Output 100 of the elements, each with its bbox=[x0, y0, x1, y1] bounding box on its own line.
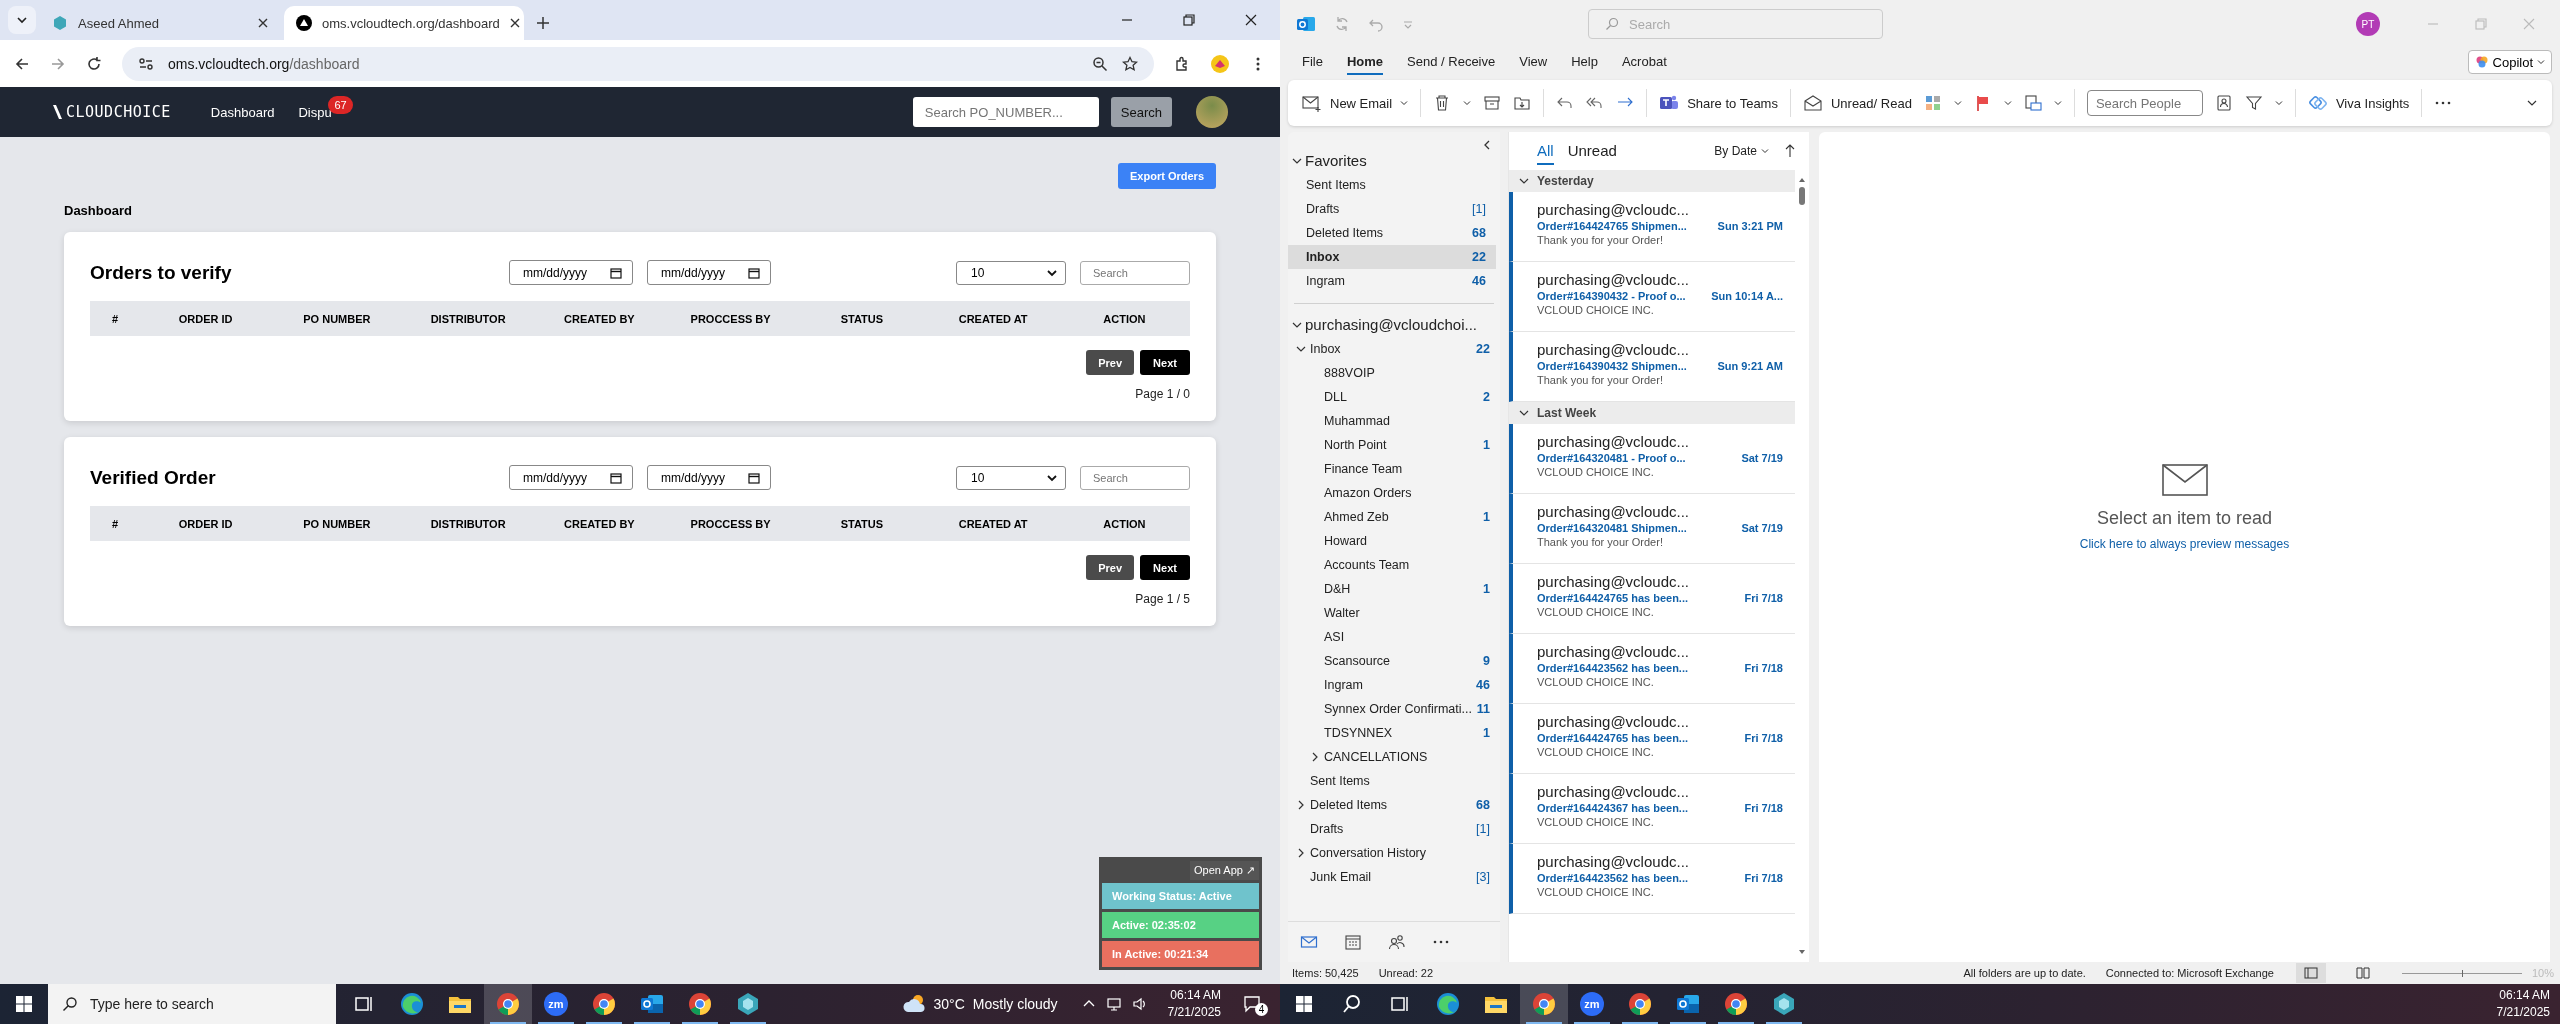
close-icon[interactable] bbox=[1244, 13, 1258, 27]
new-tab-icon[interactable] bbox=[536, 16, 550, 30]
preview-messages-link[interactable]: Click here to always preview messages bbox=[2079, 536, 2290, 551]
export-orders-button[interactable]: Export Orders bbox=[1118, 163, 1216, 189]
scroll-down-icon[interactable] bbox=[1798, 948, 1806, 956]
clock[interactable]: 06:14 AM 7/21/2025 bbox=[1157, 987, 1231, 1021]
share-to-teams-button[interactable]: Share to Teams bbox=[1659, 93, 1778, 113]
message-item[interactable]: purchasing@vcloudc... Order#164320481 Shipmen... Sat 7/19 Thank you for your Order! bbox=[1509, 494, 1795, 564]
calendar-icon[interactable] bbox=[748, 471, 760, 484]
folder-item[interactable]: Finance Team bbox=[1288, 457, 1500, 481]
prev-button[interactable]: Prev bbox=[1086, 350, 1134, 375]
ribbon-tab[interactable]: File bbox=[1302, 49, 1323, 75]
folder-item[interactable]: Ingram 46 bbox=[1288, 269, 1496, 293]
message-item[interactable]: purchasing@vcloudc... Order#164424765 has been... Fri 7/18 VCLOUD CHOICE INC. bbox=[1509, 704, 1795, 774]
calendar-icon[interactable] bbox=[610, 266, 622, 279]
scrollbar-thumb[interactable] bbox=[1799, 187, 1805, 205]
people-icon[interactable] bbox=[1388, 933, 1406, 951]
page-size-select[interactable]: 10 bbox=[956, 260, 1066, 285]
bookmark-star-icon[interactable] bbox=[1122, 55, 1138, 72]
search-field[interactable]: Search PO_NUMBER... bbox=[912, 97, 1099, 127]
sort-arrow-up-icon[interactable] bbox=[1783, 144, 1797, 158]
message-item[interactable]: purchasing@vcloudc... Order#164320481 - Proof o... Sat 7/19 VCLOUD CHOICE INC. bbox=[1509, 424, 1795, 494]
folder-item[interactable]: Conversation History bbox=[1288, 841, 1500, 865]
folder-item[interactable]: Inbox 22 bbox=[1288, 245, 1496, 269]
folder-item[interactable]: Deleted Items 68 bbox=[1288, 793, 1500, 817]
collapse-pane-icon[interactable] bbox=[1482, 140, 1492, 150]
rules-icon[interactable] bbox=[2023, 94, 2042, 112]
taskbar-app-button[interactable]: zm bbox=[532, 984, 580, 1024]
extensions-puzzle-icon[interactable] bbox=[1174, 55, 1190, 72]
folder-item[interactable]: Walter bbox=[1288, 601, 1500, 625]
forward-arrow-icon[interactable] bbox=[50, 55, 66, 72]
filter-tab[interactable]: All bbox=[1537, 137, 1554, 165]
normal-view-icon[interactable] bbox=[2295, 963, 2326, 983]
table-search-field[interactable]: Search bbox=[1080, 465, 1190, 490]
clock[interactable]: 06:14 AM 7/21/2025 bbox=[2486, 987, 2560, 1021]
user-avatar[interactable]: PT bbox=[2356, 12, 2380, 36]
nav-link[interactable]: Dashboard bbox=[210, 104, 275, 120]
restore-icon[interactable] bbox=[1182, 13, 1196, 27]
next-button[interactable]: Next bbox=[1140, 350, 1190, 375]
search-people-field[interactable]: Search People bbox=[2086, 90, 2203, 116]
ribbon-tab[interactable]: Home bbox=[1346, 49, 1384, 75]
ribbon-tab[interactable]: View bbox=[1519, 49, 1548, 75]
chevron-down-icon[interactable] bbox=[2003, 99, 2012, 107]
search-button[interactable]: Search bbox=[1110, 97, 1172, 127]
folder-item[interactable]: TDSYNNEX 1 bbox=[1288, 721, 1500, 745]
folder-item[interactable]: Amazon Orders bbox=[1288, 481, 1500, 505]
browser-tab[interactable]: Aseed Ahmed bbox=[40, 6, 280, 40]
folder-item[interactable]: Howard bbox=[1288, 529, 1500, 553]
ribbon-tab[interactable]: Send / Receive bbox=[1407, 49, 1496, 75]
folder-item[interactable]: DLL 2 bbox=[1288, 385, 1500, 409]
date-group-header[interactable]: Yesterday bbox=[1509, 170, 1795, 192]
account-header[interactable]: purchasing@vcloudchoi... bbox=[1288, 314, 1500, 337]
sort-dropdown[interactable]: By Date bbox=[1714, 144, 1769, 158]
taskbar-app-button[interactable] bbox=[484, 984, 532, 1024]
chevron-down-icon[interactable] bbox=[2274, 99, 2283, 107]
chevron-down-icon[interactable] bbox=[1953, 99, 1962, 107]
viva-insights-button[interactable]: Viva Insights bbox=[2307, 93, 2410, 113]
message-item[interactable]: purchasing@vcloudc... Order#164423562 has been... Fri 7/18 VCLOUD CHOICE INC. bbox=[1509, 844, 1795, 914]
folder-item[interactable]: Sent Items bbox=[1288, 173, 1496, 197]
copilot-button[interactable]: Copilot bbox=[2467, 50, 2552, 74]
folder-item[interactable]: ASI bbox=[1288, 625, 1500, 649]
folder-item[interactable]: 888VOIP bbox=[1288, 361, 1500, 385]
tab-search-button[interactable] bbox=[8, 6, 36, 34]
message-item[interactable]: purchasing@vcloudc... Order#164424367 has been... Fri 7/18 VCLOUD CHOICE INC. bbox=[1509, 774, 1795, 844]
avatar-photo-placeholder[interactable] bbox=[1196, 96, 1228, 128]
mail-icon[interactable] bbox=[1300, 933, 1318, 951]
category-grid-icon[interactable] bbox=[1923, 94, 1942, 112]
site-settings-icon[interactable] bbox=[138, 55, 154, 72]
address-bar[interactable]: oms.vcloudtech.org/dashboard bbox=[122, 46, 1154, 81]
unread-read-button[interactable]: Unread/ Read bbox=[1802, 93, 1912, 113]
notifications-button[interactable]: 4 bbox=[1231, 992, 1280, 1016]
folder-item[interactable]: Ingram 46 bbox=[1288, 673, 1500, 697]
filter-tab[interactable]: Unread bbox=[1567, 137, 1617, 165]
date-field[interactable]: mm/dd/yyyy bbox=[647, 465, 771, 490]
message-item[interactable]: purchasing@vcloudc... Order#164390432 - Proof o... Sun 10:14 A... VCLOUD CHOICE INC. bbox=[1509, 262, 1795, 332]
favorites-header[interactable]: Favorites bbox=[1288, 150, 1500, 173]
taskbar-search-field[interactable]: Type here to search bbox=[48, 984, 336, 1024]
filter-icon[interactable] bbox=[2244, 94, 2263, 112]
open-app-button[interactable]: Open App ↗ bbox=[1190, 861, 1259, 880]
close-icon[interactable] bbox=[509, 18, 520, 28]
calendar-icon[interactable] bbox=[748, 266, 760, 279]
folder-item[interactable]: Drafts [1] bbox=[1288, 817, 1500, 841]
close-icon[interactable] bbox=[258, 18, 268, 28]
weather-temperature[interactable]: 30°C bbox=[933, 996, 965, 1012]
address-book-icon[interactable] bbox=[2214, 94, 2233, 112]
next-button[interactable]: Next bbox=[1140, 555, 1190, 580]
date-field[interactable]: mm/dd/yyyy bbox=[647, 260, 771, 285]
calendar-icon[interactable] bbox=[610, 471, 622, 484]
message-item[interactable]: purchasing@vcloudc... Order#164424765 Shipmen... Sun 3:21 PM Thank you for your Order! bbox=[1509, 192, 1795, 262]
date-group-header[interactable]: Last Week bbox=[1509, 402, 1795, 424]
archive-icon[interactable] bbox=[1483, 94, 1502, 112]
date-field[interactable]: mm/dd/yyyy bbox=[509, 465, 633, 490]
taskbar-app-button[interactable]: zm bbox=[1568, 984, 1616, 1024]
folder-item[interactable]: Sent Items bbox=[1288, 769, 1500, 793]
folder-item[interactable]: Accounts Team bbox=[1288, 553, 1500, 577]
folder-item[interactable]: Deleted Items 68 bbox=[1288, 221, 1496, 245]
message-item[interactable]: purchasing@vcloudc... Order#164424765 has been... Fri 7/18 VCLOUD CHOICE INC. bbox=[1509, 564, 1795, 634]
folder-item[interactable]: Ahmed Zeb 1 bbox=[1288, 505, 1500, 529]
folder-item[interactable]: Inbox 22 bbox=[1288, 337, 1500, 361]
extension-icon[interactable] bbox=[1210, 53, 1230, 74]
